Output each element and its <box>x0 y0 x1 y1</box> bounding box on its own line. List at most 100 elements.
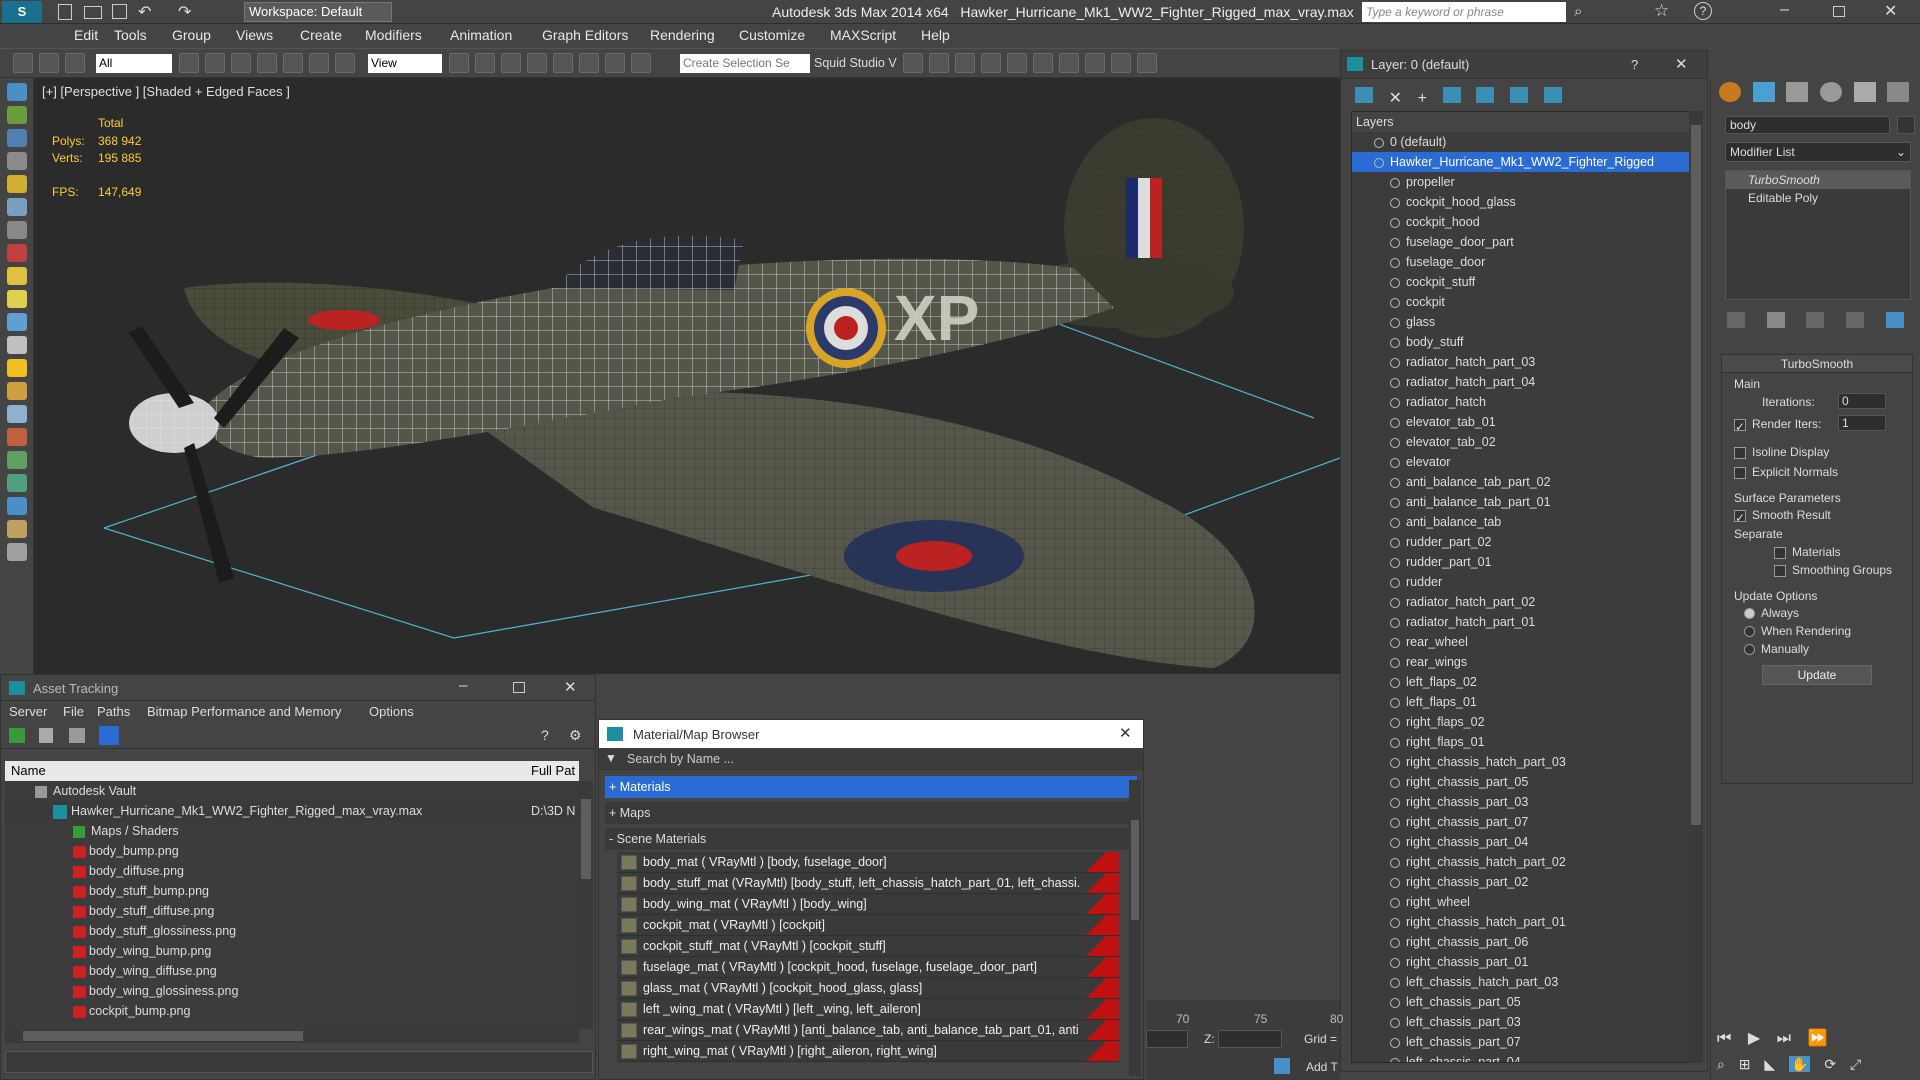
tool-11-icon[interactable] <box>7 313 27 331</box>
layer-object-row[interactable]: propeller <box>1352 172 1694 192</box>
texture-row[interactable]: body_wing_diffuse.png <box>5 961 579 981</box>
always-row[interactable]: Always <box>1744 606 1799 620</box>
layer-object-row[interactable]: right_chassis_part_07 <box>1352 812 1694 832</box>
isoline-row[interactable]: Isoline Display <box>1734 445 1829 459</box>
menu-edit[interactable]: Edit <box>74 27 98 43</box>
layer-object-row[interactable]: rear_wheel <box>1352 632 1694 652</box>
configure-sets-icon[interactable] <box>1885 312 1904 328</box>
asset-menu-paths[interactable]: Paths <box>97 704 130 719</box>
layer-object-row[interactable]: right_chassis_part_05 <box>1352 772 1694 792</box>
next-frame-icon[interactable]: ⏭ <box>1777 1030 1791 1047</box>
window-crossing-icon[interactable] <box>257 53 277 73</box>
display-tab-icon[interactable] <box>1853 82 1876 102</box>
key-icon[interactable] <box>1274 1058 1290 1074</box>
layer-scroll-thumb[interactable] <box>1691 125 1701 825</box>
tool-8-icon[interactable] <box>7 244 27 262</box>
menu-views[interactable]: Views <box>236 27 273 43</box>
layer-object-row[interactable]: right_wheel <box>1352 892 1694 912</box>
help-icon[interactable]: ? <box>1694 2 1712 20</box>
asset-minimize-icon[interactable]: – <box>459 677 467 694</box>
layer-object-row[interactable]: right_chassis_hatch_part_02 <box>1352 852 1694 872</box>
layer-object-row[interactable]: rudder <box>1352 572 1694 592</box>
layer-object-row[interactable]: rear_wings <box>1352 652 1694 672</box>
maps-group[interactable]: + Maps <box>605 802 1137 824</box>
close-icon[interactable]: ✕ <box>1884 1 1897 21</box>
end-icon[interactable]: ⏩ <box>1807 1030 1827 1047</box>
texture-row[interactable]: cockpit_bump.png <box>5 1001 579 1021</box>
orbit-icon[interactable]: ⟳ <box>1824 1056 1836 1072</box>
create-tab-icon[interactable] <box>1719 82 1741 102</box>
layer-object-row[interactable]: rudder_part_02 <box>1352 532 1694 552</box>
layer-object-row[interactable]: left_flaps_02 <box>1352 672 1694 692</box>
show-end-result-icon[interactable] <box>1766 312 1785 328</box>
tool-6-icon[interactable] <box>7 198 27 216</box>
layer-close-icon[interactable]: ✕ <box>1675 55 1688 73</box>
render-frame-icon[interactable] <box>1111 53 1131 73</box>
zoom-all-icon[interactable]: ⊞ <box>1739 1056 1751 1072</box>
vault-row[interactable]: Autodesk Vault <box>5 781 579 801</box>
menu-help[interactable]: Help <box>921 27 950 43</box>
when-rendering-row[interactable]: When Rendering <box>1744 624 1851 638</box>
tool-12-icon[interactable] <box>7 336 27 354</box>
maps-shaders-row[interactable]: Maps / Shaders <box>5 821 579 841</box>
layer-object-row[interactable]: anti_balance_tab_part_02 <box>1352 472 1694 492</box>
hierarchy-tab-icon[interactable] <box>1786 82 1809 102</box>
asset-col-path[interactable]: Full Pat <box>531 763 575 778</box>
layer-object-row[interactable]: radiator_hatch <box>1352 392 1694 412</box>
highlight-layer-icon[interactable] <box>1476 87 1495 103</box>
delete-layer-icon[interactable]: ✕ <box>1389 88 1402 108</box>
explicit-normals-checkbox[interactable] <box>1734 466 1746 479</box>
create-layer-icon[interactable] <box>1355 87 1373 103</box>
asset-settings-icon[interactable]: ⚙ <box>569 727 582 744</box>
matbr-scroll-thumb[interactable] <box>1131 820 1139 920</box>
tool-17-icon[interactable] <box>7 451 27 469</box>
tool-16-icon[interactable] <box>7 428 27 446</box>
layer-object-row[interactable]: fuselage_door_part <box>1352 232 1694 252</box>
asset-close-icon[interactable]: ✕ <box>564 678 577 696</box>
layer-scrollbar[interactable] <box>1689 111 1703 1063</box>
schematic-icon[interactable] <box>1033 53 1053 73</box>
restore-icon[interactable] <box>1833 6 1845 17</box>
scene-material-row[interactable]: body_wing_mat ( VRayMtl ) [body_wing] <box>617 894 1119 915</box>
app-logo-icon[interactable]: S <box>2 1 42 23</box>
unlink-icon[interactable] <box>39 53 59 73</box>
stack-item-turbosmooth[interactable]: TurboSmooth <box>1726 171 1910 189</box>
layer-object-row[interactable]: radiator_hatch_part_01 <box>1352 612 1694 632</box>
table-view-icon[interactable] <box>99 726 119 745</box>
tool-13-icon[interactable] <box>7 359 27 377</box>
spinner-snap-icon[interactable] <box>605 53 625 73</box>
layer-object-row[interactable]: left_chassis_part_03 <box>1352 1012 1694 1032</box>
layer-object-row[interactable]: left_chassis_part_05 <box>1352 992 1694 1012</box>
matbr-close-icon[interactable]: ✕ <box>1119 724 1132 742</box>
z-coord-field[interactable] <box>1218 1030 1282 1048</box>
x-coord-field[interactable] <box>1146 1030 1188 1048</box>
menu-rendering[interactable]: Rendering <box>650 27 715 43</box>
layer-row-default[interactable]: 0 (default) <box>1352 132 1694 152</box>
asset-vscroll-thumb[interactable] <box>581 799 591 879</box>
list-view-icon[interactable] <box>39 728 53 743</box>
scene-material-row[interactable]: cockpit_mat ( VRayMtl ) [cockpit] <box>617 915 1119 936</box>
workspace-dropdown[interactable]: Workspace: Default <box>244 2 392 22</box>
layer-object-row[interactable]: cockpit_hood_glass <box>1352 192 1694 212</box>
render-setup-icon[interactable] <box>1085 53 1105 73</box>
layer-object-row[interactable]: radiator_hatch_part_04 <box>1352 372 1694 392</box>
matbr-search-input[interactable]: Search by Name ... <box>623 750 1139 768</box>
motion-tab-icon[interactable] <box>1819 82 1842 102</box>
tool-14-icon[interactable] <box>7 382 27 400</box>
add-to-layer-icon[interactable]: + <box>1418 90 1427 108</box>
region-icon[interactable] <box>231 53 251 73</box>
tool-20-icon[interactable] <box>7 520 27 538</box>
undo-icon[interactable]: ↶ <box>138 2 151 22</box>
maximize-icon[interactable]: ⤢ <box>1850 1056 1861 1072</box>
align-icon[interactable] <box>929 53 949 73</box>
menu-animation[interactable]: Animation <box>450 27 512 43</box>
scene-material-row[interactable]: cockpit_stuff_mat ( VRayMtl ) [cockpit_s… <box>617 936 1119 957</box>
layer-object-row[interactable]: elevator <box>1352 452 1694 472</box>
tool-7-icon[interactable] <box>7 221 27 239</box>
link-icon[interactable] <box>13 53 33 73</box>
add-time-tag[interactable]: Add T <box>1306 1060 1338 1074</box>
binoculars-icon[interactable]: ⌕ <box>1574 3 1582 20</box>
tool-3-icon[interactable] <box>7 129 27 147</box>
scale-icon[interactable] <box>335 53 355 73</box>
texture-row[interactable]: body_stuff_bump.png <box>5 881 579 901</box>
